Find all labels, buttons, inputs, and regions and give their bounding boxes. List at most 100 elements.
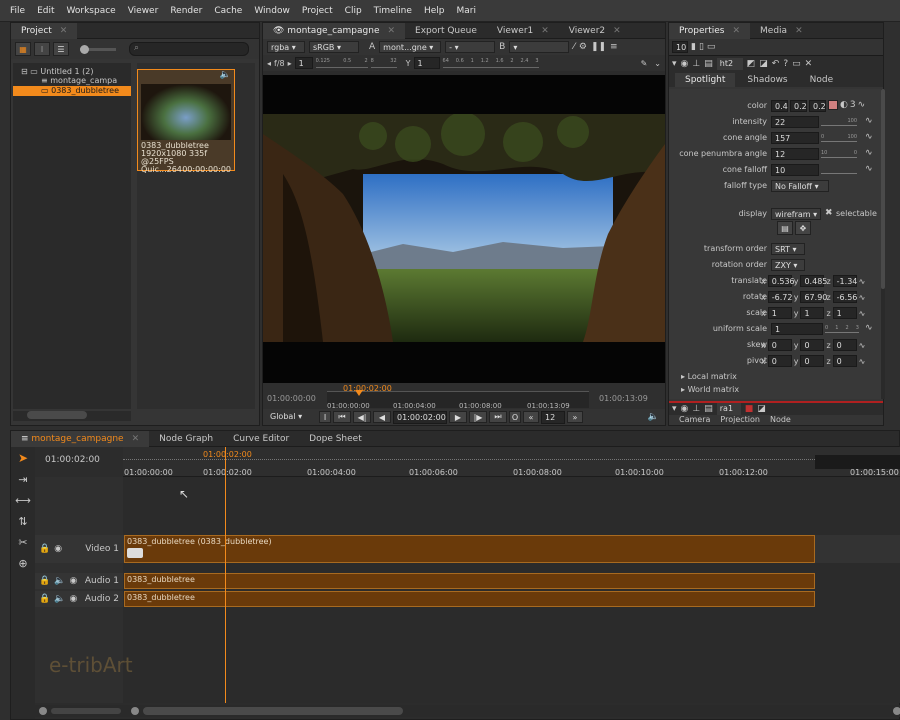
rotation-order-dropdown[interactable]: ZXY ▾ bbox=[771, 259, 805, 271]
tab-curve-editor[interactable]: Curve Editor bbox=[223, 431, 299, 447]
tab-media[interactable]: Media ✕ bbox=[750, 23, 813, 39]
timeline-scrollbar[interactable] bbox=[35, 705, 900, 717]
zoom-tool-icon[interactable]: ⊕ bbox=[11, 553, 35, 574]
menu-project[interactable]: Project bbox=[296, 6, 339, 16]
trash-icon[interactable]: ▯ bbox=[699, 42, 704, 52]
step-forward-frames-icon[interactable]: » bbox=[567, 411, 583, 423]
color-g-field[interactable]: 0.2 bbox=[790, 100, 807, 112]
translate-x-field[interactable]: 0.536 bbox=[767, 275, 795, 287]
axis-icon[interactable]: ✥ bbox=[795, 221, 811, 235]
animation-icon[interactable]: ∿ bbox=[859, 341, 866, 350]
gamma-slider[interactable]: 64 0.6 1 1.2 1.6 2 2.4 3 bbox=[442, 58, 539, 68]
slip-tool-icon[interactable]: ⇅ bbox=[11, 511, 35, 532]
playhead-marker[interactable] bbox=[355, 390, 363, 396]
node-circle-icon[interactable]: ◉ bbox=[681, 404, 689, 414]
step-forward-icon[interactable]: |▶ bbox=[469, 411, 487, 423]
speaker-icon[interactable]: 🔈 bbox=[54, 594, 65, 604]
select-tool-icon[interactable]: ➤ bbox=[11, 447, 35, 469]
tab-dope-sheet[interactable]: Dope Sheet bbox=[299, 431, 372, 447]
global-dropdown[interactable]: Global ▾ bbox=[267, 411, 317, 423]
uniform-scale-slider[interactable]: 0123 bbox=[825, 325, 859, 333]
translate-y-field[interactable]: 0.485 bbox=[800, 275, 827, 287]
audio1-clip[interactable]: 0383_dubbletree bbox=[124, 573, 815, 589]
lock-icon[interactable]: 🔒 bbox=[39, 544, 50, 554]
close-icon[interactable]: ✕ bbox=[60, 26, 68, 36]
close-icon[interactable]: ✕ bbox=[732, 26, 740, 36]
zoom-handle[interactable] bbox=[893, 707, 900, 715]
lock-icon[interactable]: 🔒 bbox=[39, 576, 50, 586]
menu-help[interactable]: Help bbox=[418, 6, 451, 16]
animation-icon[interactable]: ∿ bbox=[865, 164, 873, 174]
color-swatch[interactable] bbox=[828, 100, 838, 110]
menu-edit[interactable]: Edit bbox=[31, 6, 60, 16]
color-swatch-icon[interactable]: ◩ bbox=[747, 59, 756, 69]
step-back-icon[interactable]: ◀| bbox=[353, 411, 371, 423]
in-point-button[interactable]: I bbox=[319, 411, 331, 423]
close-icon[interactable]: ✕ bbox=[132, 434, 140, 444]
transform-order-dropdown[interactable]: SRT ▾ bbox=[771, 243, 805, 255]
node-circle-icon[interactable]: ◉ bbox=[681, 59, 689, 69]
search-input[interactable]: ⌕ bbox=[129, 42, 249, 56]
tab-export-queue[interactable]: Export Queue bbox=[405, 23, 487, 39]
wipe-icon[interactable]: ⁄ bbox=[573, 42, 575, 52]
folder-icon[interactable]: ▤ bbox=[777, 221, 793, 235]
step-frames-field[interactable]: 12 bbox=[541, 410, 565, 424]
menu-viewer[interactable]: Viewer bbox=[122, 6, 165, 16]
monitor-icon[interactable]: ◉ bbox=[69, 594, 77, 604]
node-name-field[interactable]: ht2 bbox=[716, 57, 743, 70]
current-timecode-field[interactable]: 01:00:02:00 bbox=[393, 410, 447, 424]
intensity-field[interactable]: 22 bbox=[771, 116, 819, 128]
scroll-thumb[interactable] bbox=[143, 707, 403, 715]
camera-node-name-field[interactable]: ra1 bbox=[716, 403, 741, 415]
gain-slider[interactable]: 0.125 0.5 2 bbox=[315, 58, 368, 68]
close-icon[interactable]: ✕ bbox=[613, 26, 621, 36]
tree-root[interactable]: ⊟ ▭ Untitled 1 (2) bbox=[13, 63, 131, 76]
pivot-x-field[interactable]: 0 bbox=[767, 355, 792, 367]
penumbra-field[interactable]: 12 bbox=[771, 148, 819, 160]
tree-sequence-item[interactable]: ≡ montage_campa bbox=[13, 76, 131, 86]
lock-icon[interactable]: 🔒 bbox=[39, 594, 50, 604]
penumbra-slider[interactable]: 10 0 bbox=[821, 150, 857, 158]
close-icon[interactable]: ✕ bbox=[541, 26, 549, 36]
tab-node[interactable]: Node bbox=[800, 73, 844, 87]
trim-tool-icon[interactable]: ⟷ bbox=[11, 490, 35, 511]
timeline-ruler[interactable]: 01:00:02:00 01:00:00:00 01:00:02:00 01:0… bbox=[123, 447, 900, 477]
play-forward-icon[interactable]: ▶ bbox=[449, 411, 467, 423]
tab-viewer2[interactable]: Viewer2 ✕ bbox=[559, 23, 631, 39]
node-color-icon[interactable]: ◪ bbox=[759, 59, 768, 69]
chevron-down-icon[interactable]: ⌄ bbox=[654, 59, 661, 68]
viewer-canvas[interactable] bbox=[263, 75, 665, 383]
cone-angle-slider[interactable]: 0 100 bbox=[821, 134, 857, 142]
max-panels-field[interactable]: 10 bbox=[672, 41, 688, 53]
details-view-icon[interactable]: ☰ bbox=[53, 42, 69, 56]
intensity-slider[interactable]: 100 bbox=[821, 118, 857, 126]
menu-render[interactable]: Render bbox=[164, 6, 208, 16]
color-r-field[interactable]: 0.4 bbox=[771, 100, 788, 112]
razor-tool-icon[interactable]: ✂ bbox=[11, 532, 35, 553]
translate-z-field[interactable]: -1.34 bbox=[832, 275, 857, 287]
step-back-frames-icon[interactable]: « bbox=[523, 411, 539, 423]
falloff-field[interactable]: 10 bbox=[771, 164, 819, 176]
rotate-x-field[interactable]: -6.72 bbox=[767, 291, 792, 303]
speaker-icon[interactable]: 🔈 bbox=[54, 576, 65, 586]
world-matrix-group[interactable]: ▸ World matrix bbox=[681, 385, 739, 394]
falloff-type-dropdown[interactable]: No Falloff ▾ bbox=[771, 180, 829, 192]
list-view-icon[interactable]: ⁝ bbox=[34, 42, 50, 56]
float-icon[interactable]: ▭ bbox=[707, 42, 716, 52]
tree-scrollbar[interactable] bbox=[13, 411, 131, 421]
gamma-field[interactable]: 1 bbox=[413, 57, 440, 69]
track-header-video1[interactable]: 🔒 ◉ Video 1 bbox=[35, 535, 123, 563]
playhead-line[interactable] bbox=[225, 447, 226, 703]
revert-icon[interactable]: ↶ bbox=[772, 59, 780, 69]
cone-angle-field[interactable]: 157 bbox=[771, 132, 819, 144]
animation-icon[interactable]: ∿ bbox=[865, 323, 873, 333]
animation-icon[interactable]: ∿ bbox=[865, 148, 873, 158]
skew-x-field[interactable]: 0 bbox=[767, 339, 792, 351]
float-panel-icon[interactable]: ▭ bbox=[792, 59, 801, 69]
scale-z-field[interactable]: 1 bbox=[832, 307, 857, 319]
rotate-y-field[interactable]: 67.90 bbox=[800, 291, 827, 303]
tab-project[interactable]: Project ✕ bbox=[11, 22, 78, 39]
audio2-clip[interactable]: 0383_dubbletree bbox=[124, 591, 815, 607]
gain-slider-b[interactable]: 8 32 bbox=[370, 58, 397, 68]
multi-select-tool-icon[interactable]: ⇥ bbox=[11, 469, 35, 490]
